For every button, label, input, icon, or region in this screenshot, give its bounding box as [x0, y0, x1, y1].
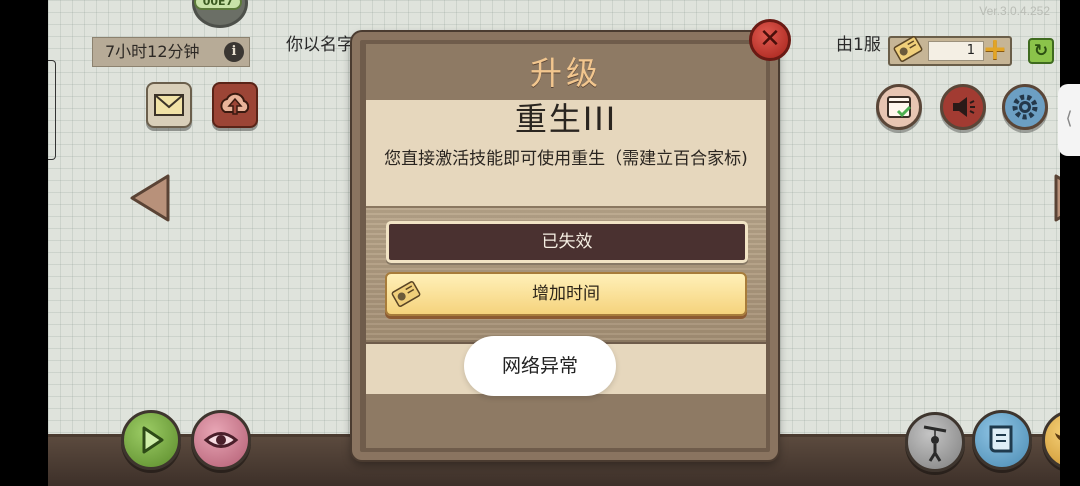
- skill-description: 您直接激活技能即可使用重生（需建立百合家标): [384, 149, 748, 169]
- upgrade-button[interactable]: [1042, 410, 1060, 470]
- arrow-right-icon[interactable]: [1052, 172, 1060, 224]
- add-time-button[interactable]: 增加时间: [385, 272, 747, 316]
- mail-button[interactable]: [146, 82, 192, 128]
- dialog-title: 升级: [529, 54, 602, 92]
- wings-arrow-icon: [1055, 433, 1060, 441]
- calendar-check-icon: [887, 96, 912, 118]
- scroll-button[interactable]: [972, 410, 1032, 470]
- ticket-count: 1: [928, 41, 984, 61]
- dialog-footer: [366, 394, 766, 448]
- close-button[interactable]: ✕: [749, 19, 791, 61]
- side-drawer-handle[interactable]: ⟨: [1058, 84, 1080, 156]
- puppet-icon: [923, 425, 947, 462]
- settings-button[interactable]: [1002, 84, 1048, 130]
- dialog-header: 升级: [366, 44, 766, 102]
- envelope-icon: [154, 94, 184, 116]
- avatar-badge: 00E7: [194, 0, 242, 10]
- speaker-icon: [953, 97, 975, 117]
- calendar-button[interactable]: [876, 84, 922, 130]
- ticket-icon: [893, 36, 923, 62]
- refresh-button[interactable]: ↻: [1028, 38, 1054, 64]
- sound-button[interactable]: [940, 84, 986, 130]
- scroll-notice-left: 你以名字: [286, 35, 354, 55]
- info-icon[interactable]: i: [224, 42, 244, 62]
- ticket-icon: [391, 281, 421, 307]
- chevron-left-icon: ⟨: [1065, 108, 1073, 129]
- toast-message: 网络异常: [464, 336, 616, 396]
- scroll-notice-right: 由1服: [836, 35, 881, 55]
- view-button[interactable]: [191, 410, 251, 470]
- timer-text: 7小时12分钟: [105, 42, 200, 61]
- eye-icon: [203, 432, 239, 448]
- play-button[interactable]: [121, 410, 181, 470]
- add-ticket-button[interactable]: +: [982, 35, 1008, 65]
- cloud-upload-button[interactable]: [212, 82, 258, 128]
- puppet-button[interactable]: [905, 412, 965, 472]
- edge-handle: [48, 60, 56, 160]
- version-label: Ver.3.0.4.252: [979, 4, 1050, 18]
- refresh-icon: ↻: [1033, 41, 1049, 61]
- cloud-upload-icon: [220, 92, 250, 115]
- skill-info-panel: 重生III 您直接激活技能即可使用重生（需建立百合家标): [366, 100, 766, 206]
- scroll-icon: [989, 425, 1013, 453]
- gear-icon: [1012, 94, 1038, 120]
- arrow-left-icon[interactable]: [128, 172, 172, 224]
- play-icon: [142, 426, 164, 454]
- expired-button[interactable]: 已失效: [386, 221, 748, 263]
- close-icon: ✕: [759, 24, 781, 54]
- skill-name: 重生III: [514, 100, 618, 138]
